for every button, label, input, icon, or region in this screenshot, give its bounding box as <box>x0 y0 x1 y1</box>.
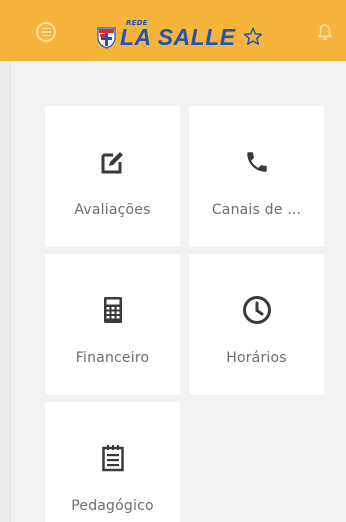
tile-label: Horários <box>226 350 287 366</box>
brand: REDE LA SALLE <box>120 19 236 50</box>
tile-label: Avaliações <box>74 202 151 218</box>
clock-icon <box>242 296 271 324</box>
tile-canais[interactable]: Canais de ... <box>189 106 324 247</box>
calculator-icon <box>103 297 122 323</box>
tile-label: Financeiro <box>75 350 150 366</box>
notepad-icon <box>101 445 124 472</box>
tile-horarios[interactable]: Horários <box>189 254 324 395</box>
star-icon[interactable] <box>242 26 264 48</box>
brand-prefix: REDE <box>126 19 148 27</box>
tile-label: Canais de ... <box>211 202 302 218</box>
tile-avaliacoes[interactable]: Avaliações <box>45 106 180 247</box>
app-bar: REDE LA SALLE <box>0 0 346 61</box>
side-edge <box>0 61 11 522</box>
tile-financeiro[interactable]: Financeiro <box>45 254 180 395</box>
la-salle-shield-icon <box>97 27 116 49</box>
menu-icon[interactable] <box>36 22 56 42</box>
brand-name: LA SALLE <box>120 24 236 50</box>
phone-icon <box>246 152 267 172</box>
edit-icon <box>101 152 123 174</box>
bell-icon[interactable] <box>317 23 333 41</box>
logo: REDE LA SALLE <box>97 15 264 49</box>
tile-label: Pedagógico <box>71 498 154 514</box>
tile-pedagogico[interactable]: Pedagógico <box>45 402 180 522</box>
